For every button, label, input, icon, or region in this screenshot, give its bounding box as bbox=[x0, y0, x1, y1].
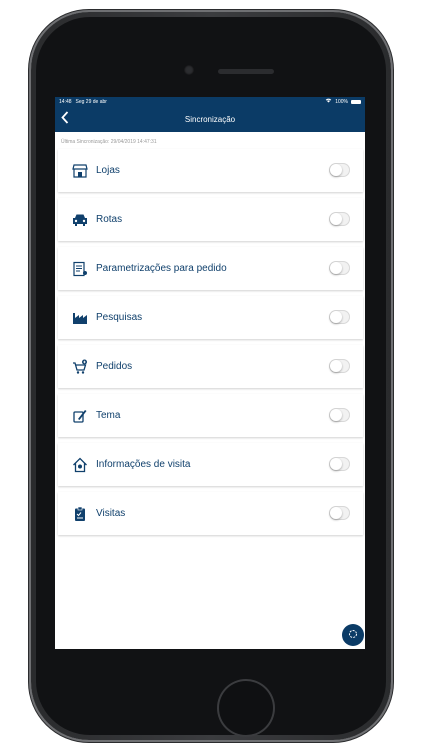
sync-item-pesquisas[interactable]: Pesquisas bbox=[58, 296, 363, 339]
sync-item-parametrizacoes[interactable]: Parametrizações para pedido bbox=[58, 247, 363, 290]
store-icon bbox=[72, 163, 88, 179]
sync-toggle[interactable] bbox=[329, 506, 350, 520]
sync-toggle[interactable] bbox=[329, 212, 350, 226]
sync-toggle[interactable] bbox=[329, 310, 350, 324]
navigation-bar: Sincronização bbox=[55, 106, 365, 132]
sync-item-label: Tema bbox=[96, 410, 121, 421]
page-title: Sincronização bbox=[184, 114, 236, 124]
sync-item-label: Pesquisas bbox=[96, 312, 143, 323]
sync-toggle[interactable] bbox=[329, 261, 350, 275]
status-date: Seg 29 de abr bbox=[75, 98, 107, 105]
sync-item-label: Rotas bbox=[96, 214, 123, 225]
paint-icon bbox=[72, 408, 88, 424]
status-time: 14:48 bbox=[59, 98, 72, 105]
sync-item-label: Pedidos bbox=[96, 361, 133, 372]
sync-item-label: Lojas bbox=[96, 165, 120, 176]
car-icon bbox=[72, 212, 88, 228]
factory-icon bbox=[72, 310, 88, 326]
last-sync-text: Última Sincronização: 29/04/2019 14:47:3… bbox=[61, 139, 157, 145]
back-chevron-icon[interactable] bbox=[61, 111, 69, 126]
sync-fab-button[interactable] bbox=[342, 624, 364, 646]
wifi-icon bbox=[325, 98, 332, 105]
sync-icon bbox=[348, 626, 358, 644]
sync-list: Lojas Rotas Parametrizações para pedido … bbox=[55, 149, 365, 535]
sync-item-informacoes-visita[interactable]: Informações de visita bbox=[58, 443, 363, 486]
sync-item-rotas[interactable]: Rotas bbox=[58, 198, 363, 241]
sync-item-visitas[interactable]: Visitas bbox=[58, 492, 363, 535]
sync-item-pedidos[interactable]: Pedidos bbox=[58, 345, 363, 388]
sync-item-label: Visitas bbox=[96, 508, 126, 519]
sync-toggle[interactable] bbox=[329, 359, 350, 373]
front-camera bbox=[184, 65, 194, 75]
home-button[interactable] bbox=[219, 681, 273, 735]
earpiece-speaker bbox=[218, 69, 274, 74]
battery-percent: 100% bbox=[335, 98, 348, 105]
clipboard-icon bbox=[72, 506, 88, 522]
sync-item-lojas[interactable]: Lojas bbox=[58, 149, 363, 192]
cart-add-icon bbox=[72, 359, 88, 375]
document-settings-icon bbox=[72, 261, 88, 277]
sync-item-tema[interactable]: Tema bbox=[58, 394, 363, 437]
sync-toggle[interactable] bbox=[329, 163, 350, 177]
sync-toggle[interactable] bbox=[329, 408, 350, 422]
house-info-icon bbox=[72, 457, 88, 473]
status-bar: 14:48 Seg 29 de abr 100% bbox=[55, 97, 365, 106]
battery-icon bbox=[351, 99, 361, 104]
sync-item-label: Informações de visita bbox=[96, 459, 191, 470]
sync-item-label: Parametrizações para pedido bbox=[96, 263, 227, 274]
sync-toggle[interactable] bbox=[329, 457, 350, 471]
app-screen: 14:48 Seg 29 de abr 100% Sincronização Ú… bbox=[55, 97, 365, 649]
